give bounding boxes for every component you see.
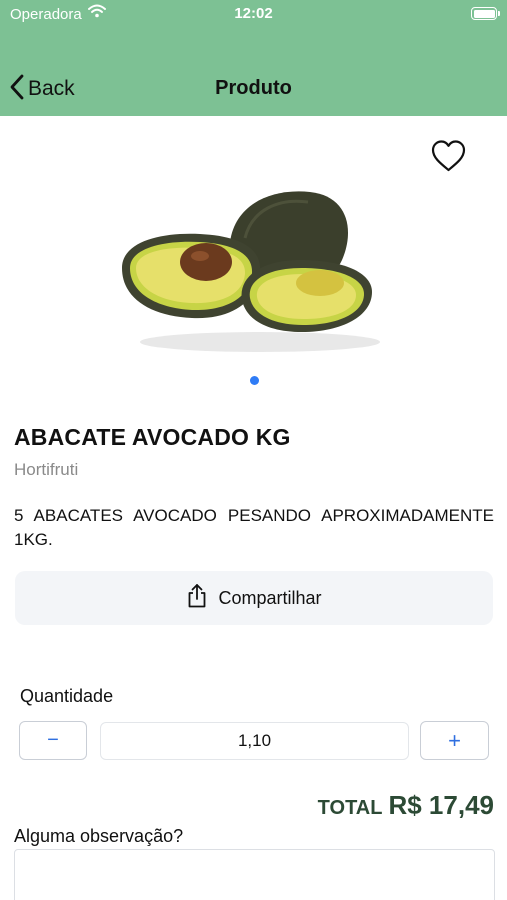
plus-icon: + xyxy=(448,727,461,753)
share-icon xyxy=(186,583,208,614)
page-title: Produto xyxy=(215,77,292,99)
observation-label: Alguma observação? xyxy=(14,826,184,846)
total-label: TOTAL xyxy=(317,797,383,819)
header-bar: Operadora 12:02 Back Produto xyxy=(0,0,507,116)
avocado-image xyxy=(110,180,390,360)
share-button[interactable]: Compartilhar xyxy=(15,571,493,625)
status-bar: Operadora 12:02 xyxy=(0,0,507,30)
product-title: ABACATE AVOCADO KG xyxy=(14,424,291,450)
carousel-indicator[interactable] xyxy=(250,376,259,385)
heart-icon[interactable] xyxy=(430,138,467,174)
status-time: 12:02 xyxy=(234,5,273,22)
total-value: R$ 17,49 xyxy=(388,790,494,820)
quantity-input[interactable] xyxy=(100,722,409,760)
observation-input[interactable] xyxy=(14,849,495,900)
decrease-quantity-button[interactable]: − xyxy=(19,721,87,760)
share-label: Compartilhar xyxy=(218,587,322,608)
total-price: TOTAL R$ 17,49 xyxy=(318,790,494,821)
product-category: Hortifruti xyxy=(14,460,79,479)
product-description: 5 ABACATES AVOCADO PESANDO APROXIMADAMEN… xyxy=(14,506,494,549)
battery-icon xyxy=(471,7,500,20)
minus-icon: − xyxy=(47,729,59,751)
increase-quantity-button[interactable]: + xyxy=(420,721,489,760)
quantity-label: Quantidade xyxy=(20,686,114,706)
